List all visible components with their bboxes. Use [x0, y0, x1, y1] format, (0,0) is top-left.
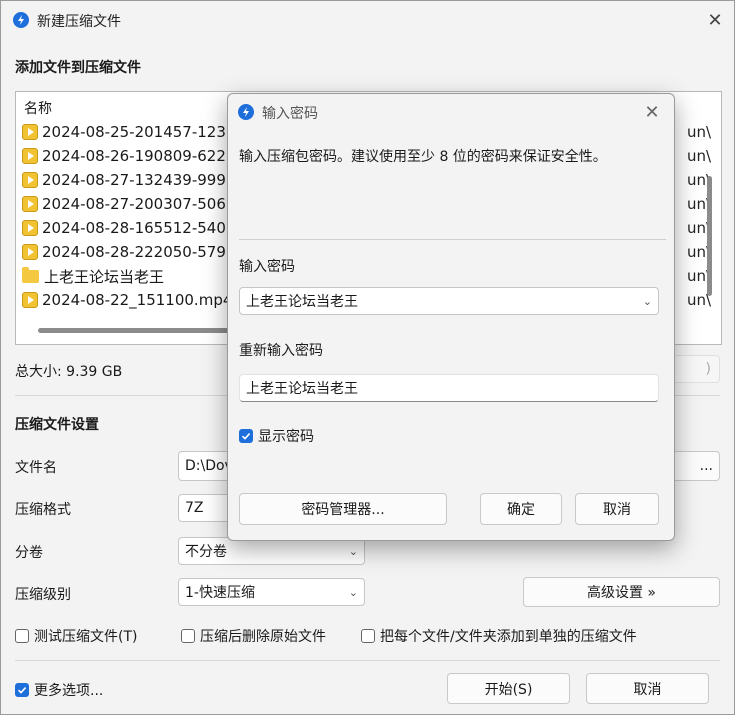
list-item[interactable]: 2024-08-25-201457-123.r [22, 120, 237, 144]
advanced-settings-button[interactable]: 高级设置 » [523, 577, 720, 607]
checkbox-label: 测试压缩文件(T) [34, 629, 138, 645]
level-label: 压缩级别 [15, 587, 71, 603]
checkbox-box [15, 629, 29, 643]
divider [239, 239, 666, 240]
chevron-down-icon: ⌄ [348, 585, 358, 599]
cancel-button[interactable]: 取消 [586, 673, 709, 704]
list-item[interactable]: 2024-08-28-165512-540.r [22, 216, 237, 240]
video-file-icon [22, 124, 38, 140]
chevron-down-icon[interactable]: ⌄ [643, 295, 652, 308]
test-archive-checkbox[interactable]: 测试压缩文件(T) [15, 626, 137, 646]
chevron-down-icon: ⌄ [348, 544, 358, 558]
checkbox-label: 显示密码 [258, 429, 314, 445]
password-input[interactable]: 上老王论坛当老王 ⌄ [239, 287, 659, 315]
format-label: 压缩格式 [15, 502, 71, 518]
list-item[interactable]: 2024-08-28-222050-579.r [22, 240, 237, 264]
start-button[interactable]: 开始(S) [447, 673, 570, 704]
checkbox-label: 把每个文件/文件夹添加到单独的压缩文件 [380, 629, 637, 645]
list-item[interactable]: 2024-08-22_151100.mp4 [22, 288, 232, 312]
video-file-icon [22, 220, 38, 236]
split-label: 分卷 [15, 545, 43, 561]
checkbox-label: 压缩后删除原始文件 [200, 629, 326, 645]
password-manager-button[interactable]: 密码管理器... [239, 493, 447, 525]
delete-after-checkbox[interactable]: 压缩后删除原始文件 [181, 626, 326, 646]
file-name: 2024-08-27-132439-999.r [42, 171, 237, 189]
split-value: 不分卷 [185, 544, 227, 560]
video-file-icon [22, 292, 38, 308]
app-bolt-icon [13, 12, 29, 28]
video-file-icon [22, 244, 38, 260]
ok-button[interactable]: 确定 [480, 493, 562, 525]
video-file-icon [22, 196, 38, 212]
reenter-label: 重新输入密码 [239, 343, 323, 359]
checkbox-checked-icon [239, 429, 253, 443]
password-dialog: 输入密码 ✕ 输入压缩包密码。建议使用至少 8 位的密码来保证安全性。 输入密码… [227, 93, 675, 541]
file-path-fragment: un\ [687, 147, 712, 165]
level-select[interactable]: 1-快速压缩 ⌄ [178, 578, 365, 606]
video-file-icon [22, 148, 38, 164]
list-item[interactable]: 2024-08-27-132439-999.r [22, 168, 237, 192]
app-bolt-icon [238, 104, 254, 120]
file-name: 2024-08-22_151100.mp4 [42, 291, 233, 309]
total-size: 总大小: 9.39 GB [15, 364, 123, 380]
filename-label: 文件名 [15, 460, 57, 476]
folder-icon [22, 266, 39, 283]
level-value: 1-快速压缩 [185, 585, 255, 601]
close-icon[interactable]: ✕ [641, 101, 663, 123]
file-name: 2024-08-28-222050-579.r [42, 243, 237, 261]
dialog-description: 输入压缩包密码。建议使用至少 8 位的密码来保证安全性。 [239, 149, 607, 165]
divider [15, 660, 720, 661]
horizontal-scrollbar[interactable] [38, 328, 238, 333]
list-item[interactable]: 2024-08-27-200307-506.r [22, 192, 237, 216]
settings-heading: 压缩文件设置 [15, 417, 99, 433]
file-path-fragment: un\ [687, 123, 712, 141]
vertical-scrollbar[interactable] [707, 176, 712, 296]
file-name: 2024-08-27-200307-506.r [42, 195, 237, 213]
window-title: 新建压缩文件 [37, 14, 121, 30]
files-heading: 添加文件到压缩文件 [15, 60, 141, 76]
checkbox-box [361, 629, 375, 643]
dialog-cancel-button[interactable]: 取消 [575, 493, 659, 525]
checkbox-label: 更多选项... [34, 683, 104, 699]
format-value: 7Z [185, 500, 204, 516]
list-item[interactable]: 上老王论坛当老王 [22, 264, 164, 288]
video-file-icon [22, 172, 38, 188]
password-value: 上老王论坛当老王 [246, 294, 358, 310]
reenter-password-input[interactable]: 上老王论坛当老王 [239, 374, 659, 402]
separate-archives-checkbox[interactable]: 把每个文件/文件夹添加到单独的压缩文件 [361, 626, 637, 646]
split-select[interactable]: 不分卷 ⌄ [178, 537, 365, 565]
close-icon[interactable]: ✕ [704, 9, 726, 31]
show-password-checkbox[interactable]: 显示密码 [239, 426, 314, 446]
file-name: 2024-08-25-201457-123.r [42, 123, 237, 141]
checkbox-checked-icon [15, 683, 29, 697]
file-name: 2024-08-26-190809-622.r [42, 147, 237, 165]
more-options-checkbox[interactable]: 更多选项... [15, 680, 103, 700]
file-name: 2024-08-28-165512-540.r [42, 219, 237, 237]
title-bar: 新建压缩文件 ✕ [1, 1, 734, 39]
checkbox-box [181, 629, 195, 643]
password-label: 输入密码 [239, 259, 295, 275]
file-name: 上老王论坛当老王 [44, 267, 165, 286]
list-item[interactable]: 2024-08-26-190809-622.r [22, 144, 237, 168]
column-header-name[interactable]: 名称 [24, 98, 52, 118]
dialog-title: 输入密码 [262, 106, 318, 122]
